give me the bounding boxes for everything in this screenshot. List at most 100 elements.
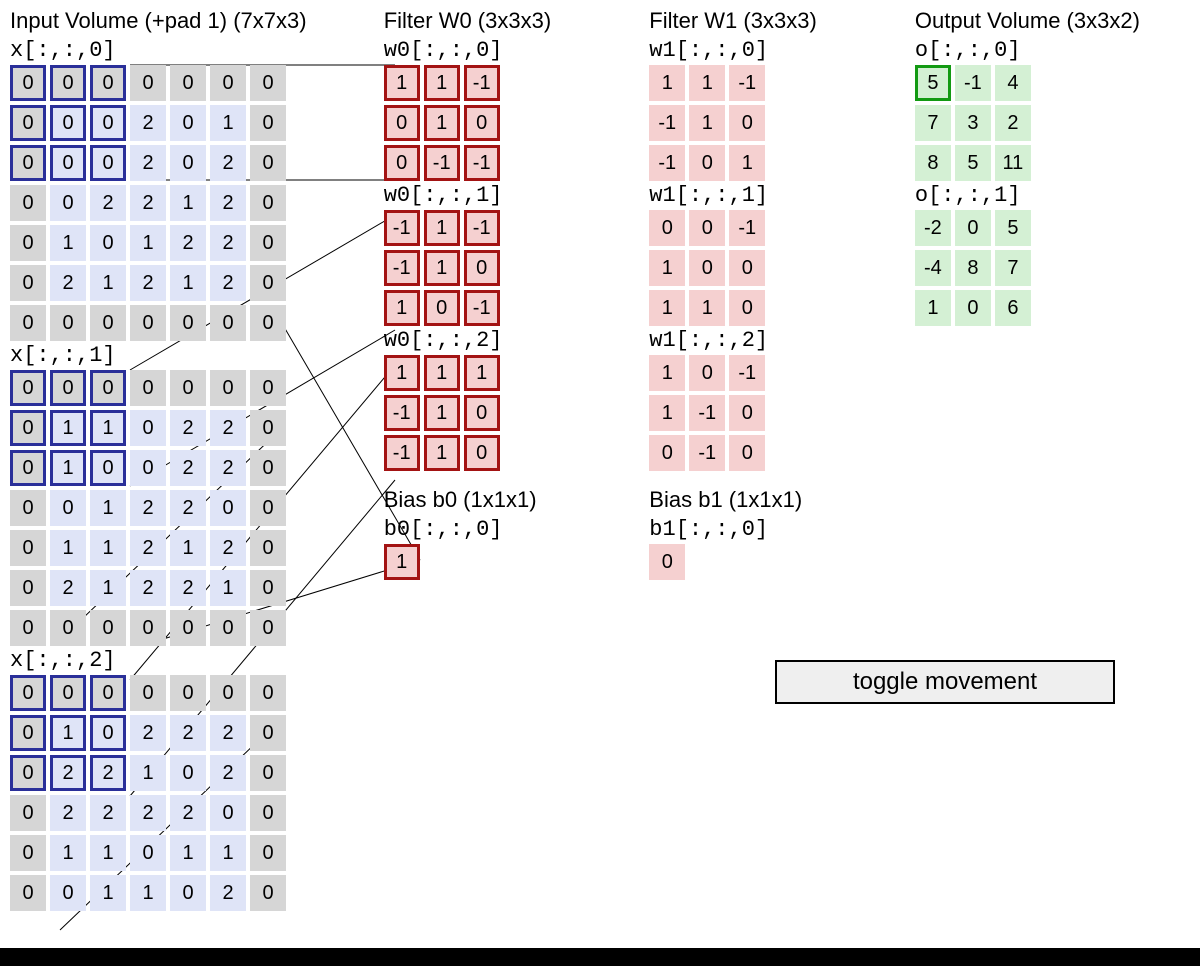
b1-r0-c0: 0 [649,544,685,580]
bottom-bar [0,948,1200,966]
x0-r5-c0: 0 [10,265,46,301]
filter-grid-w0-d2: 111-110-110 [384,355,630,471]
o0-r1-c1: 3 [955,105,991,141]
o1-r2-c0: 1 [915,290,951,326]
x1-r1-c4: 2 [170,410,206,446]
w0d1-r1-c0: -1 [384,250,420,286]
w1d0-r2-c2: 1 [729,145,765,181]
x2-r0-c2: 0 [90,675,126,711]
x2-r3-c6: 0 [250,795,286,831]
x1-r2-c1: 1 [50,450,86,486]
input-grid-x2: 0000000010222002210200222200011011000110… [10,675,364,911]
w1d2-r2-c2: 0 [729,435,765,471]
x0-label: x[:,:,0] [10,38,364,63]
w1d2-r1-c0: 1 [649,395,685,431]
o0-label: o[:,:,0] [915,38,1190,63]
x1-r3-c3: 2 [130,490,166,526]
x0-r4-c0: 0 [10,225,46,261]
x2-r2-c2: 2 [90,755,126,791]
o0-r0-c2: 4 [995,65,1031,101]
x1-r4-c0: 0 [10,530,46,566]
filter-w0-column: Filter W0 (3x3x3) w0[:,:,0] 11-10100-1-1… [384,8,630,911]
x2-r4-c6: 0 [250,835,286,871]
x1-r0-c5: 0 [210,370,246,406]
x1-r1-c5: 2 [210,410,246,446]
x2-r2-c5: 2 [210,755,246,791]
w0d1-r0-c0: -1 [384,210,420,246]
x0-r5-c3: 2 [130,265,166,301]
x1-r6-c3: 0 [130,610,166,646]
x0-r1-c6: 0 [250,105,286,141]
x1-r6-c2: 0 [90,610,126,646]
x1-r4-c3: 2 [130,530,166,566]
x0-r6-c3: 0 [130,305,166,341]
x1-r3-c2: 1 [90,490,126,526]
x1-r3-c0: 0 [10,490,46,526]
x1-r3-c6: 0 [250,490,286,526]
b0-r0-c0: 1 [384,544,420,580]
o1-r1-c2: 7 [995,250,1031,286]
o0-r2-c0: 8 [915,145,951,181]
x2-r5-c3: 1 [130,875,166,911]
filter-grid-w1-d0: 11-1-110-101 [649,65,895,181]
x1-r2-c5: 2 [210,450,246,486]
x0-r0-c1: 0 [50,65,86,101]
x0-r1-c5: 1 [210,105,246,141]
x2-r0-c0: 0 [10,675,46,711]
input-column: Input Volume (+pad 1) (7x7x3) x[:,:,0] 0… [10,8,364,911]
x0-r5-c1: 2 [50,265,86,301]
toggle-movement-button[interactable]: toggle movement [775,660,1115,704]
o1-r0-c1: 0 [955,210,991,246]
x1-r1-c2: 1 [90,410,126,446]
x0-r2-c4: 0 [170,145,206,181]
x1-r1-c3: 0 [130,410,166,446]
o1-r1-c0: -4 [915,250,951,286]
x0-r4-c2: 0 [90,225,126,261]
x0-r6-c1: 0 [50,305,86,341]
x0-r3-c4: 1 [170,185,206,221]
x0-r3-c6: 0 [250,185,286,221]
x2-r3-c5: 0 [210,795,246,831]
w1d1-r1-c0: 1 [649,250,685,286]
w1d2-r0-c2: -1 [729,355,765,391]
x2-r4-c4: 1 [170,835,206,871]
x1-r4-c1: 1 [50,530,86,566]
x2-r1-c3: 2 [130,715,166,751]
w0d0-r2-c0: 0 [384,145,420,181]
w0d0-r1-c1: 1 [424,105,460,141]
x1-r5-c0: 0 [10,570,46,606]
o0-r0-c0: 5 [915,65,951,101]
out-title: Output Volume (3x3x2) [915,8,1190,34]
w0d0-r2-c2: -1 [464,145,500,181]
x0-r3-c0: 0 [10,185,46,221]
w1d0-r0-c1: 1 [689,65,725,101]
o0-r2-c1: 5 [955,145,991,181]
x1-r1-c1: 1 [50,410,86,446]
x1-label: x[:,:,1] [10,343,364,368]
w0d1-r1-c2: 0 [464,250,500,286]
x1-r5-c6: 0 [250,570,286,606]
x2-r2-c3: 1 [130,755,166,791]
x1-r5-c1: 2 [50,570,86,606]
w1-d0-label: w1[:,:,0] [649,38,895,63]
x0-r4-c5: 2 [210,225,246,261]
w1d1-r1-c2: 0 [729,250,765,286]
x2-r2-c4: 0 [170,755,206,791]
x1-r4-c2: 1 [90,530,126,566]
w1d2-r0-c0: 1 [649,355,685,391]
w0d2-r1-c2: 0 [464,395,500,431]
x1-r2-c3: 0 [130,450,166,486]
input-grid-x0: 0000000000201000020200022120010122002121… [10,65,364,341]
x0-r1-c3: 2 [130,105,166,141]
w1d2-r2-c0: 0 [649,435,685,471]
w0d0-r2-c1: -1 [424,145,460,181]
w1d1-r0-c0: 0 [649,210,685,246]
x0-r0-c2: 0 [90,65,126,101]
x0-r1-c2: 0 [90,105,126,141]
w1d0-r0-c0: 1 [649,65,685,101]
x1-r6-c4: 0 [170,610,206,646]
x2-r4-c2: 1 [90,835,126,871]
x2-r0-c6: 0 [250,675,286,711]
o1-r2-c2: 6 [995,290,1031,326]
o1-r2-c1: 0 [955,290,991,326]
